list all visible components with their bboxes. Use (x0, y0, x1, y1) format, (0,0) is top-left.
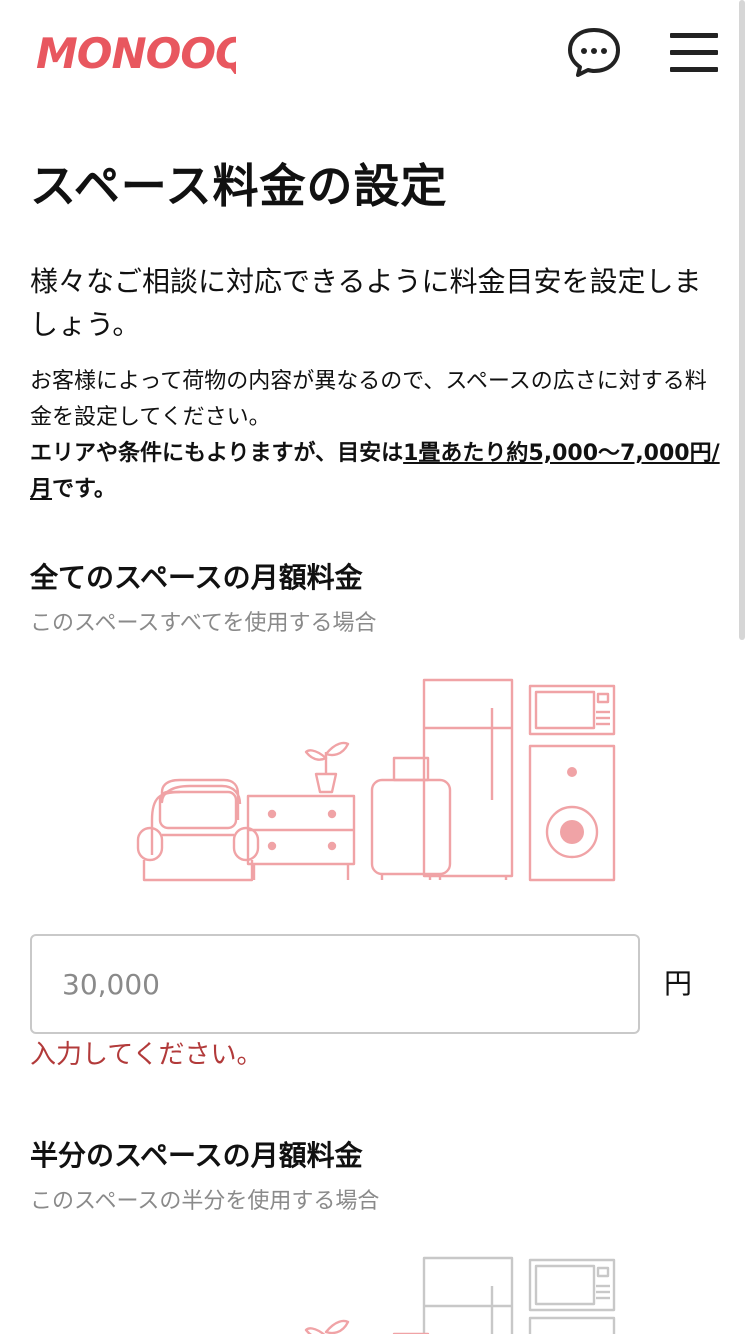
app-header: MONOOQ (0, 0, 750, 110)
full-space-title: 全てのスペースの月額料金 (30, 561, 363, 594)
half-space-subtitle: このスペースの半分を使用する場合 (30, 1189, 380, 1214)
currency-unit-label: 円 (664, 967, 693, 1000)
plant-icon (304, 741, 350, 794)
armchair-icon (136, 778, 260, 882)
dresser-icon (246, 794, 356, 880)
refrigerator-icon (422, 1256, 514, 1334)
note-text-after: です。 (52, 477, 116, 502)
full-space-price-input[interactable] (30, 934, 640, 1034)
scrollbar[interactable] (739, 0, 745, 640)
microwave-icon (528, 684, 616, 736)
full-space-price-row: 円 (30, 934, 720, 1034)
furniture-illustration (136, 678, 616, 882)
speaker-icon (528, 744, 616, 882)
logo-text: MONOOQ (36, 29, 236, 78)
lead-text: 様々なご相談に対応できるように料金目安を設定しましょう。 (30, 265, 702, 341)
suitcase-icon (370, 756, 452, 880)
full-space-section: 全てのスペースの月額料金 このスペースすべてを使用する場合 (30, 558, 720, 640)
monooq-logo[interactable]: MONOOQ (36, 22, 236, 78)
half-space-title: 半分のスペースの月額料金 (30, 1139, 363, 1172)
hamburger-menu-icon[interactable] (668, 30, 720, 76)
microwave-icon (528, 1258, 616, 1312)
full-space-subtitle: このスペースすべてを使用する場合 (30, 611, 377, 636)
chat-button[interactable] (566, 26, 622, 78)
page-title: スペース料金の設定 (30, 159, 448, 213)
half-space-furniture-illustration (304, 1256, 616, 1334)
speaker-icon (528, 1316, 616, 1334)
full-space-price-error: 入力してください。 (30, 1040, 263, 1070)
chat-bubble-icon (568, 28, 620, 77)
half-space-section: 半分のスペースの月額料金 このスペースの半分を使用する場合 (30, 1136, 720, 1218)
description-text: お客様によって荷物の内容が異なるので、スペースの広さに対する料金を設定してくださ… (30, 369, 707, 430)
main-content: スペース料金の設定 様々なご相談に対応できるように料金目安を設定しましょう。 お… (30, 150, 720, 508)
plant-icon (304, 1319, 350, 1334)
note-text-before: エリアや条件にもよりますが、目安は (30, 441, 404, 466)
pricing-guideline-note: エリアや条件にもよりますが、目安は1畳あたり約5,000〜7,000円/月です。 (30, 436, 720, 508)
